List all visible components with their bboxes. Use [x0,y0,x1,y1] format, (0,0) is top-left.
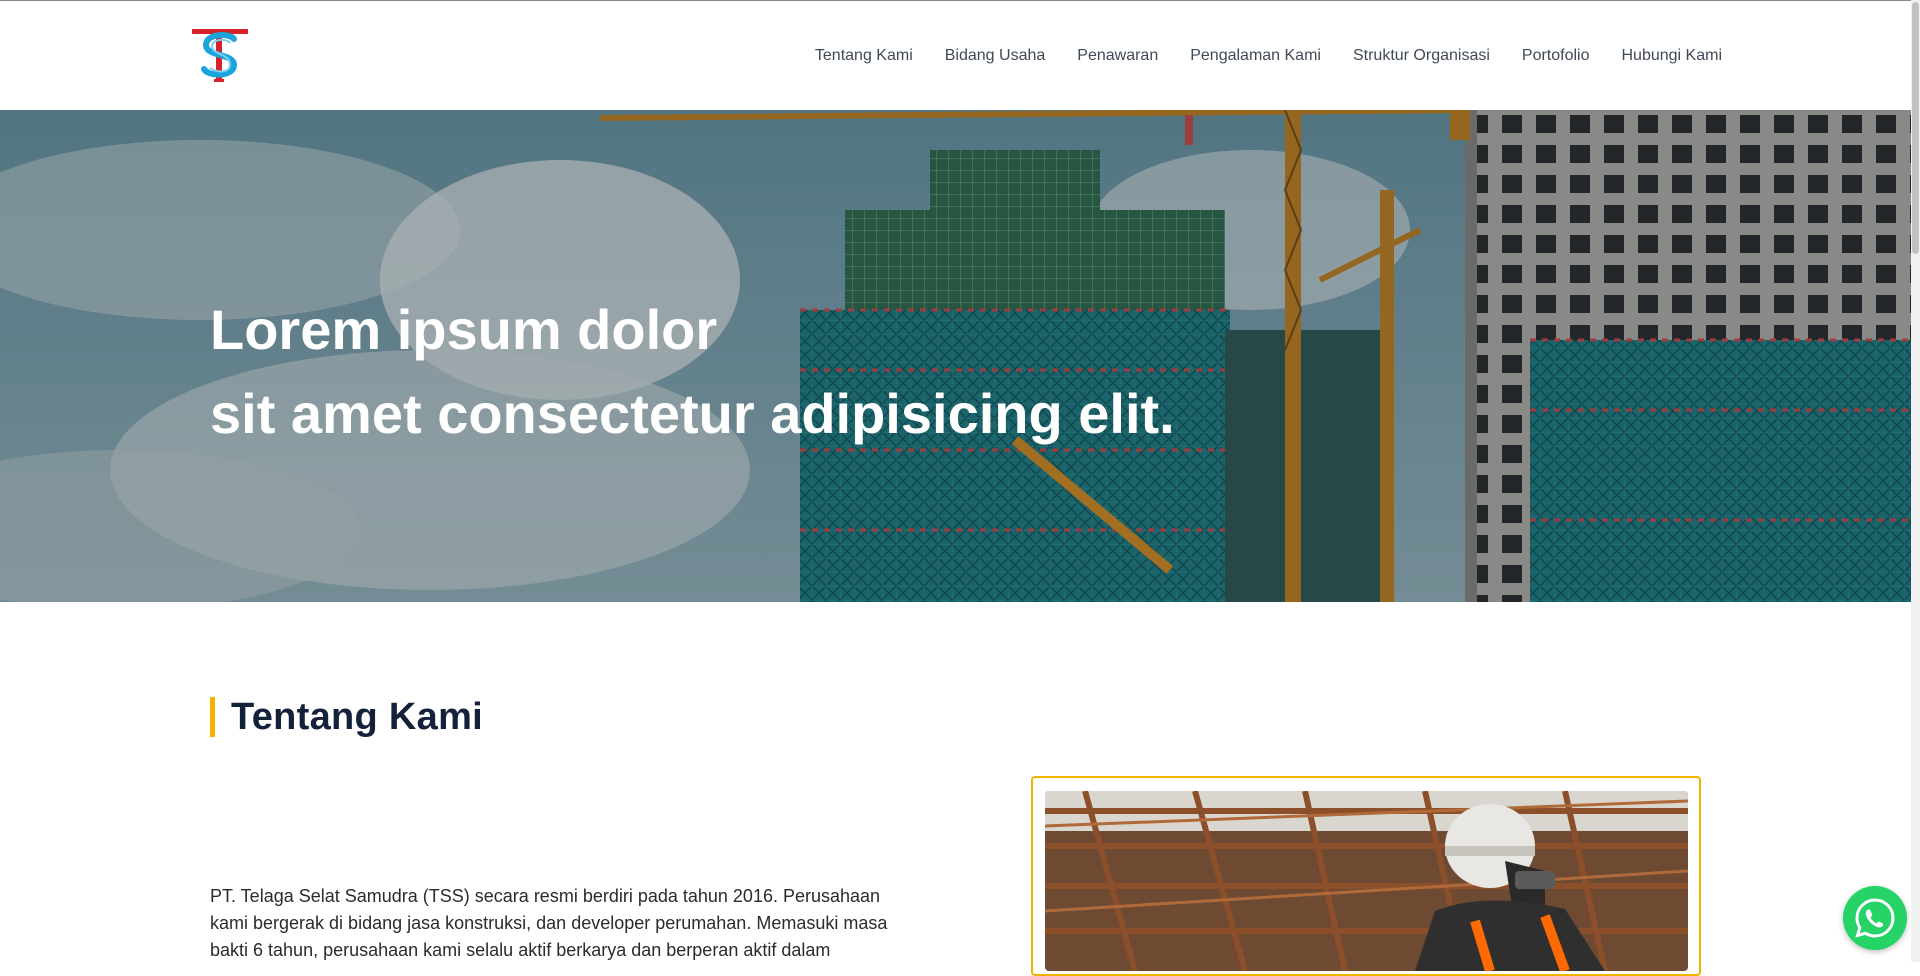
tss-logo-icon [192,29,248,82]
title-accent-bar [210,697,215,737]
hero-headline-line-1: Lorem ipsum dolor [210,298,718,361]
about-paragraph: PT. Telaga Selat Samudra (TSS) secara re… [210,886,888,960]
logo[interactable] [190,25,250,85]
hero-headline: Lorem ipsum dolor sit amet consectetur a… [210,288,1175,456]
nav-tentang-kami[interactable]: Tentang Kami [815,47,913,65]
section-heading: Tentang Kami [231,695,484,738]
whatsapp-icon [1855,898,1895,938]
nav-bidang-usaha[interactable]: Bidang Usaha [945,47,1046,65]
navbar: Tentang Kami Bidang Usaha Penawaran Peng… [0,1,1920,110]
hero-banner: Lorem ipsum dolor sit amet consectetur a… [0,110,1920,602]
worker-image [1045,791,1688,971]
section-title-tentang-kami: Tentang Kami [210,695,484,738]
page-scrollbar[interactable] [1911,0,1920,962]
worker-photo [1045,791,1688,971]
hero-headline-line-2: sit amet consectetur adipisicing elit. [210,382,1175,445]
nav-hubungi-kami[interactable]: Hubungi Kami [1622,47,1723,65]
nav-struktur-organisasi[interactable]: Struktur Organisasi [1353,47,1490,65]
main-nav: Tentang Kami Bidang Usaha Penawaran Peng… [815,1,1722,110]
nav-penawaran[interactable]: Penawaran [1077,47,1158,65]
nav-portofolio[interactable]: Portofolio [1522,47,1590,65]
nav-pengalaman-kami[interactable]: Pengalaman Kami [1190,47,1321,65]
whatsapp-button[interactable] [1843,886,1907,950]
scrollbar-thumb[interactable] [1912,2,1919,254]
